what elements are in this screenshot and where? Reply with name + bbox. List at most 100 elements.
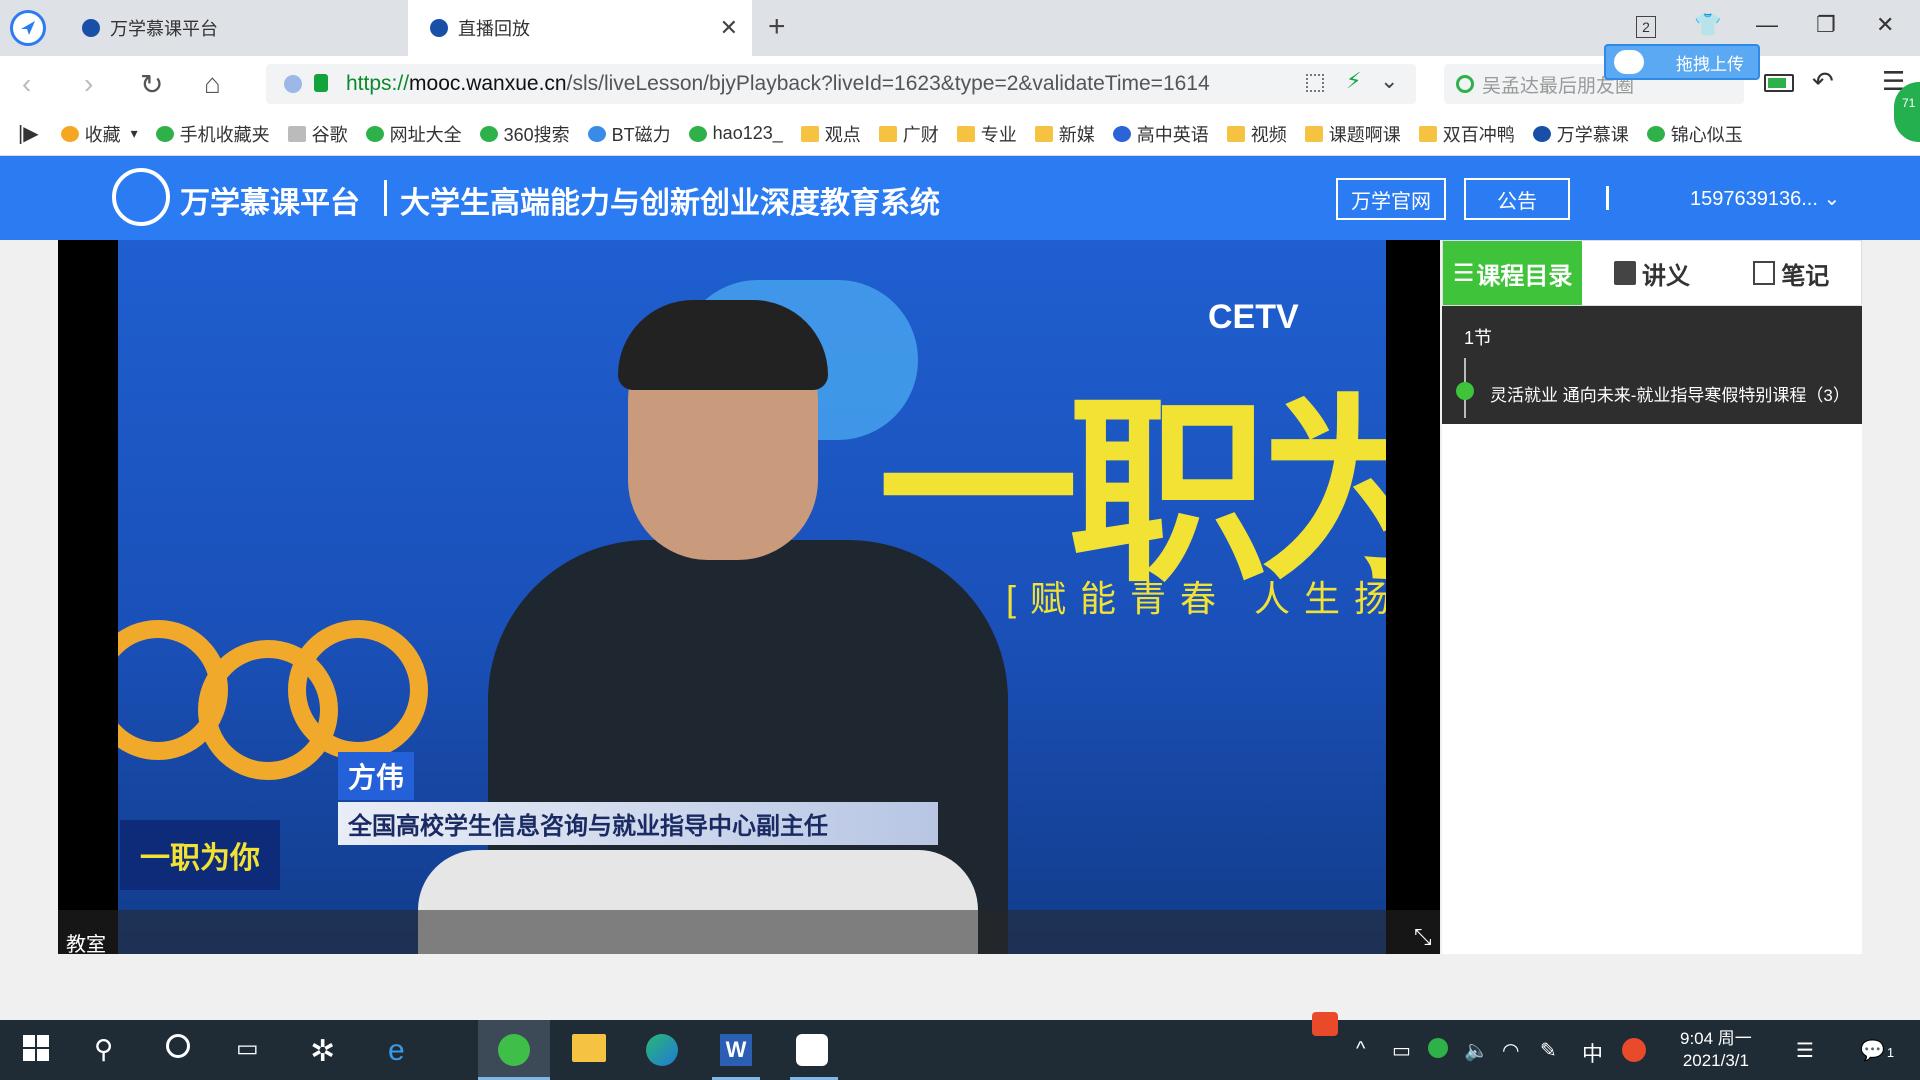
lightning-icon[interactable]: ⚡ [1346, 68, 1361, 94]
pen-icon[interactable]: ✎ [1540, 1038, 1557, 1063]
video-control-bar[interactable] [58, 910, 1440, 954]
battery-tray-icon[interactable]: ▭ [1392, 1038, 1411, 1063]
bookmark-item[interactable]: 视频 [1226, 121, 1287, 147]
bt-icon [587, 125, 606, 142]
tab-course-catalog[interactable]: ☰ 课程目录 [1443, 241, 1583, 305]
chevron-up-icon[interactable]: ^ [1356, 1038, 1365, 1061]
bookmark-item[interactable]: 双百冲鸭 [1418, 121, 1515, 147]
show-slogan: [赋能青春 人生扬帆] [1006, 578, 1386, 619]
search-icon[interactable]: ⚲ [94, 1034, 126, 1066]
close-tab-icon[interactable]: ✕ [720, 15, 738, 41]
tab-live-playback[interactable]: 直播回放 ✕ [408, 0, 752, 56]
phone-icon [155, 125, 174, 142]
notice-button[interactable]: 公告 [1464, 178, 1570, 220]
bookmark-item[interactable]: 高中英语 [1112, 121, 1209, 147]
taskbar-active-browser[interactable] [478, 1020, 550, 1080]
official-site-button[interactable]: 万学官网 [1336, 178, 1446, 220]
bookmark-item[interactable]: 360搜索 [479, 121, 570, 147]
site-header: 万学慕课平台 大学生高端能力与创新创业深度教育系统 万学官网 公告 159763… [0, 156, 1920, 240]
network-icon[interactable]: ◠ [1502, 1038, 1519, 1063]
file-explorer-icon[interactable] [572, 1034, 606, 1062]
undo-icon[interactable]: ↶ [1812, 66, 1834, 97]
site-brand[interactable]: 万学慕课平台 [180, 178, 360, 222]
address-bar[interactable]: https://mooc.wanxue.cn/sls/liveLesson/bj… [266, 64, 1416, 104]
course-sidebar: ☰ 课程目录 讲义 笔记 1节 灵活就业 通向未来-就业指导寒假特别课程（3） [1442, 240, 1862, 954]
document-icon [1613, 261, 1636, 285]
sogou-input-icon[interactable] [1622, 1038, 1646, 1062]
current-lesson-dot [1456, 382, 1474, 400]
restore-button[interactable]: ❐ [1816, 12, 1836, 38]
cortana-icon[interactable] [166, 1034, 198, 1066]
folder-icon [1034, 125, 1053, 142]
folder-icon [878, 125, 897, 142]
sogou-tray-icon[interactable] [1312, 1012, 1338, 1036]
drag-upload-button[interactable]: 拖拽上传 [1604, 44, 1760, 80]
tab-handout[interactable]: 讲义 [1582, 241, 1721, 305]
start-windows-icon[interactable] [22, 1034, 54, 1066]
bookmark-item[interactable]: 新媒 [1034, 121, 1095, 147]
sidebar-toggle-icon[interactable]: |▶ [18, 121, 39, 146]
tab-title: 万学慕课平台 [110, 19, 218, 39]
user-account-menu[interactable]: 1597639136... ⌄ [1690, 186, 1840, 211]
shield-icon [284, 75, 302, 93]
bookmark-item[interactable]: 课题啊课 [1304, 121, 1401, 147]
close-window-button[interactable]: ✕ [1876, 12, 1894, 38]
lesson-item[interactable]: 灵活就业 通向未来-就业指导寒假特别课程（3） [1490, 381, 1862, 406]
bookmark-label: 谷歌 [311, 124, 348, 145]
url-text[interactable]: https://mooc.wanxue.cn/sls/liveLesson/bj… [346, 72, 1286, 96]
bookmark-item[interactable]: 广财 [878, 121, 939, 147]
site-subtitle: 大学生高端能力与创新创业深度教育系统 [400, 187, 940, 220]
browser-logo-icon[interactable] [10, 10, 46, 46]
reload-button[interactable]: ↻ [140, 68, 163, 101]
edit-icon [1753, 261, 1776, 285]
bookmark-label: 手机收藏夹 [179, 124, 270, 145]
system-clock[interactable]: 9:04 周一 2021/3/1 [1680, 1028, 1752, 1072]
battery-icon[interactable] [1764, 74, 1794, 92]
baidu-netdisk-icon[interactable] [796, 1034, 828, 1066]
chevron-down-icon[interactable]: ⌄ [1380, 68, 1398, 94]
ime-indicator[interactable]: 中 [1582, 1038, 1603, 1068]
bookmark-label: 新媒 [1058, 124, 1095, 145]
notes-icon[interactable]: ☰ [1796, 1038, 1814, 1063]
skin-shirt-icon[interactable]: 👕 [1694, 12, 1721, 38]
bookmark-item[interactable]: hao123_ [688, 123, 783, 144]
bookmark-item[interactable]: 专业 [956, 121, 1017, 147]
forward-button[interactable]: › [84, 68, 93, 100]
pinwheel-app-icon[interactable]: ✲ [310, 1034, 342, 1068]
back-button[interactable]: ‹ [22, 68, 31, 100]
star-icon [60, 125, 79, 142]
notification-center-icon[interactable]: 💬 1 [1860, 1038, 1894, 1063]
new-tab-button[interactable]: + [768, 10, 786, 44]
caret-down-icon[interactable]: ▾ [131, 125, 138, 142]
volume-icon[interactable]: 🔈 [1464, 1038, 1489, 1063]
bookmark-item[interactable]: 收藏 ▾ [60, 121, 138, 147]
bookmark-item[interactable]: 万学慕课 [1532, 121, 1629, 147]
speaker-name: 方伟 [338, 752, 415, 800]
bookmark-item[interactable]: 谷歌 [287, 121, 348, 147]
bookmark-item[interactable]: 手机收藏夹 [155, 121, 270, 147]
bookmark-item[interactable]: BT磁力 [587, 121, 671, 147]
green-app-tray-icon[interactable] [1428, 1038, 1448, 1058]
wanxue-logo-icon[interactable] [112, 168, 170, 226]
chapter-section: 1节 灵活就业 通向未来-就业指导寒假特别课程（3） [1442, 306, 1862, 424]
home-button[interactable]: ⌂ [204, 68, 221, 100]
bookmark-item[interactable]: 观点 [800, 121, 861, 147]
bookmarks-bar: |▶ 收藏 ▾ 手机收藏夹 谷歌 网址大全 360搜索 BT磁力 hao123_ 观点 广财 专业 新… [0, 112, 1920, 156]
qr-code-icon[interactable] [1306, 74, 1324, 92]
bookmark-item[interactable]: 锦心似玉 [1646, 121, 1743, 147]
minimize-button[interactable]: — [1756, 12, 1778, 38]
cloud-icon [1614, 50, 1644, 74]
bookmark-item[interactable]: 网址大全 [365, 121, 462, 147]
tab-wanxue-platform[interactable]: 万学慕课平台 [64, 0, 404, 56]
tab-title: 直播回放 [458, 19, 530, 39]
word-icon[interactable]: W [720, 1034, 752, 1066]
ie-browser-icon[interactable]: e [388, 1034, 420, 1067]
tab-counter-button[interactable]: 2 [1636, 16, 1656, 38]
edge-icon[interactable] [646, 1034, 678, 1066]
tab-notes[interactable]: 笔记 [1722, 241, 1861, 305]
exit-fullscreen-icon[interactable]: ⤡ [1414, 924, 1432, 950]
speaker-hair [618, 300, 828, 390]
task-view-icon[interactable]: ▭ [236, 1034, 268, 1066]
video-player[interactable]: CETV 一职为你 [赋能青春 人生扬帆] 方伟 全国高校学生信息咨询与就业指导… [58, 240, 1440, 956]
bookmark-label: 广财 [902, 124, 939, 145]
